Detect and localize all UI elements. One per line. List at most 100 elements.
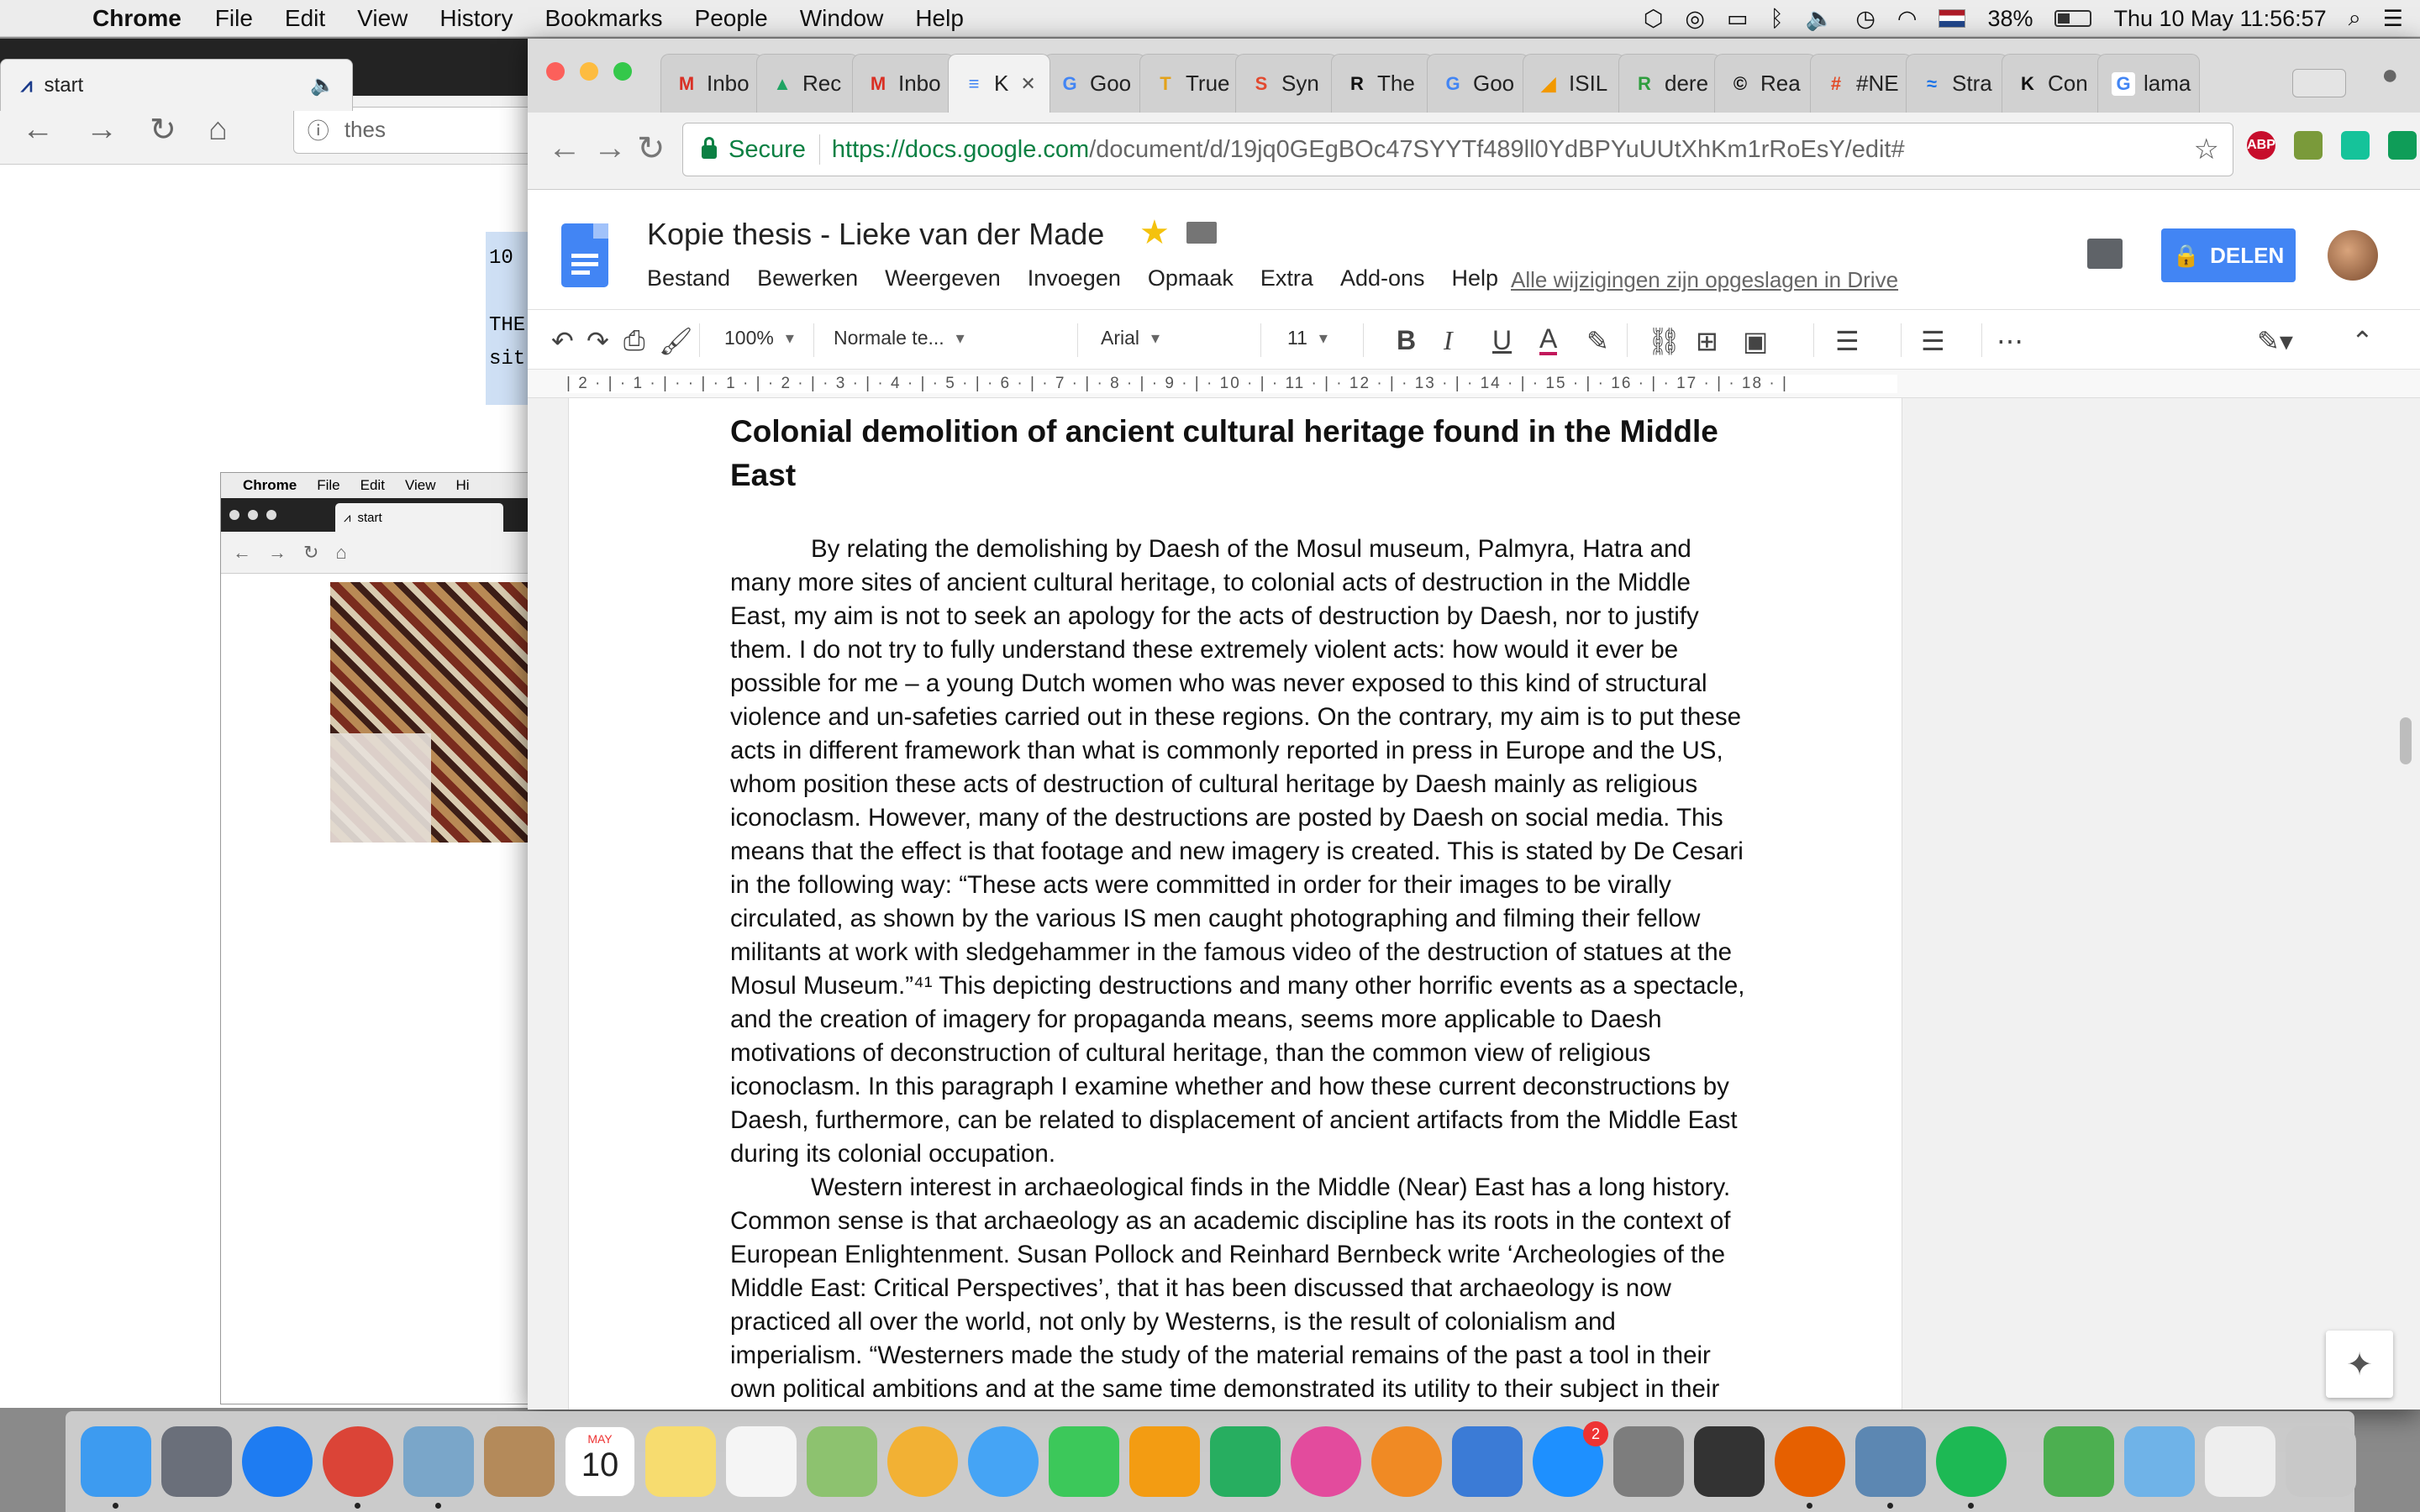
reminders-icon[interactable] xyxy=(726,1426,797,1497)
system-preferences-icon[interactable] xyxy=(1613,1426,1684,1497)
menu-view[interactable]: View xyxy=(357,5,408,32)
cloud-drive-icon[interactable] xyxy=(2044,1426,2114,1497)
minimize-window-button[interactable] xyxy=(580,62,598,81)
back-icon[interactable]: ← xyxy=(22,112,54,148)
extension-icon[interactable] xyxy=(2341,131,2370,160)
comments-icon[interactable] xyxy=(2087,239,2123,269)
menu-edit[interactable]: Edit xyxy=(285,5,325,32)
reload-icon[interactable]: ↻ xyxy=(150,111,176,149)
browser-tab[interactable]: M Inbo xyxy=(660,54,763,113)
safari-icon[interactable] xyxy=(242,1426,313,1497)
highlight-icon[interactable]: ✎ xyxy=(1586,325,1609,357)
menu-invoegen[interactable]: Invoegen xyxy=(1028,265,1121,291)
menu-window[interactable]: Window xyxy=(800,5,884,32)
browser-tab[interactable]: G Goo xyxy=(1427,54,1529,113)
address-bar[interactable]: Secure https://docs.google.com /document… xyxy=(682,123,2233,176)
menu-bewerken[interactable]: Bewerken xyxy=(757,265,858,291)
photos-icon[interactable] xyxy=(887,1426,958,1497)
paint-format-icon[interactable]: 🖌 xyxy=(659,325,693,357)
chrome-icon[interactable] xyxy=(323,1426,393,1509)
back-icon[interactable]: ← xyxy=(548,129,581,167)
finder-icon[interactable] xyxy=(81,1426,151,1509)
collapse-icon[interactable]: ⌃ xyxy=(2351,325,2374,357)
background-omnibox[interactable]: ⓘ thes xyxy=(292,106,537,154)
menu-help[interactable]: Help xyxy=(1452,265,1499,291)
menu-bestand[interactable]: Bestand xyxy=(647,265,730,291)
maps-icon[interactable] xyxy=(807,1426,877,1497)
background-tab[interactable]: ⩘ start 🔈 xyxy=(0,59,353,111)
calendar-icon[interactable]: MAY 10 xyxy=(565,1426,635,1497)
browser-tab[interactable]: © Rea xyxy=(1714,54,1817,113)
ibooks-icon[interactable] xyxy=(1371,1426,1442,1497)
image-capture-icon[interactable] xyxy=(1855,1426,1926,1509)
forward-icon[interactable]: → xyxy=(593,129,627,167)
zoom-select[interactable]: 100% xyxy=(724,327,794,349)
volume-icon[interactable]: 🔈 xyxy=(1806,5,1834,32)
paragraph[interactable]: Western interest in archaeological finds… xyxy=(730,1171,1747,1410)
more-icon[interactable]: ⋯ xyxy=(1996,325,2023,357)
pages-icon[interactable] xyxy=(1129,1426,1200,1497)
new-tab-button[interactable] xyxy=(2292,69,2346,97)
link-icon[interactable]: ⛓ xyxy=(1647,325,1681,357)
profile-icon[interactable]: ● xyxy=(2381,59,2399,92)
menu-opmaak[interactable]: Opmaak xyxy=(1148,265,1234,291)
browser-tab[interactable]: S Syn xyxy=(1235,54,1338,113)
notes-icon[interactable] xyxy=(645,1426,716,1497)
extension-icon[interactable] xyxy=(2294,131,2323,160)
editing-mode-icon[interactable]: ✎▾ xyxy=(2257,325,2293,357)
trash-icon[interactable] xyxy=(2286,1426,2356,1497)
folder-icon[interactable] xyxy=(1186,222,1217,244)
save-status[interactable]: Alle wijzigingen zijn opgeslagen in Driv… xyxy=(1511,267,1898,293)
contacts-icon[interactable] xyxy=(484,1426,555,1497)
messages-icon[interactable] xyxy=(968,1426,1039,1497)
extension-icon[interactable] xyxy=(2388,131,2417,160)
browser-tab[interactable]: M Inbo xyxy=(852,54,955,113)
menu-weergeven[interactable]: Weergeven xyxy=(885,265,1001,291)
menu-bookmarks[interactable]: Bookmarks xyxy=(544,5,662,32)
numbers-icon[interactable] xyxy=(1210,1426,1281,1497)
undo-icon[interactable]: ↶ xyxy=(551,325,574,357)
paragraph[interactable]: By relating the demolishing by Daesh of … xyxy=(730,533,1747,1171)
line-spacing-icon[interactable]: ☰ xyxy=(1921,325,1945,357)
ruler-scale[interactable]: | 2 · | · 1 · | · · | · 1 · | · 2 · | · … xyxy=(566,375,1897,393)
print-icon[interactable]: ⎙ xyxy=(623,325,645,357)
browser-tab[interactable]: ≡ K ✕ xyxy=(948,54,1050,113)
menu-history[interactable]: History xyxy=(439,5,513,32)
star-icon[interactable]: ★ xyxy=(1139,213,1170,252)
zoom-window-button[interactable] xyxy=(613,62,632,81)
browser-tab[interactable]: T True xyxy=(1139,54,1242,113)
menu-extra[interactable]: Extra xyxy=(1260,265,1313,291)
browser-tab[interactable]: # #NE xyxy=(1810,54,1912,113)
home-icon[interactable]: ⌂ xyxy=(208,112,228,148)
bold-icon[interactable]: B xyxy=(1397,325,1416,356)
keynote-icon[interactable] xyxy=(1452,1426,1523,1497)
battery-icon[interactable] xyxy=(2054,10,2092,27)
add-comment-icon[interactable]: ⊞ xyxy=(1696,325,1718,357)
close-window-button[interactable] xyxy=(546,62,565,81)
wifi-icon[interactable]: ◠ xyxy=(1897,6,1918,32)
browser-tab[interactable]: Rdere xyxy=(1618,54,1721,113)
browser-tab[interactable]: R The xyxy=(1331,54,1434,113)
docs-logo-icon[interactable] xyxy=(561,223,608,287)
input-source-flag-icon[interactable] xyxy=(1939,9,1966,28)
scrollbar[interactable] xyxy=(2400,717,2412,764)
redo-icon[interactable]: ↷ xyxy=(587,325,609,357)
text-color-icon[interactable]: A xyxy=(1539,325,1558,355)
tab-audio-icon[interactable]: 🔈 xyxy=(310,73,335,97)
menu-add-ons[interactable]: Add-ons xyxy=(1340,265,1425,291)
firefox-icon[interactable] xyxy=(1775,1426,1845,1509)
forward-icon[interactable]: → xyxy=(86,112,118,148)
font-select[interactable]: Arial xyxy=(1101,327,1160,349)
launchpad-icon[interactable] xyxy=(161,1426,232,1497)
reload-icon[interactable]: ↻ xyxy=(637,129,666,168)
italic-icon[interactable]: I xyxy=(1444,325,1453,356)
facetime-icon[interactable] xyxy=(1049,1426,1119,1497)
battery-percent[interactable]: 38% xyxy=(1987,6,2033,32)
align-icon[interactable]: ☰ xyxy=(1835,325,1860,357)
airplay-icon[interactable]: ▭ xyxy=(1727,6,1749,32)
photo-booth-icon[interactable] xyxy=(1694,1426,1765,1497)
downloads-folder-icon[interactable] xyxy=(2124,1426,2195,1497)
browser-tab[interactable]: Glama xyxy=(2097,54,2200,113)
document-body[interactable]: By relating the demolishing by Daesh of … xyxy=(730,533,1747,1410)
preview-icon[interactable] xyxy=(403,1426,474,1509)
